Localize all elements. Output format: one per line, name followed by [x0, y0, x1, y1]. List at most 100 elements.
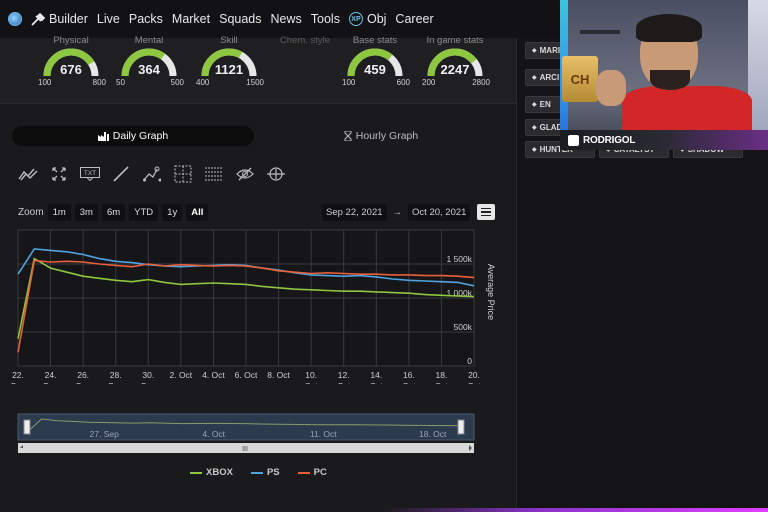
legend-item-xbox[interactable]: XBOX	[190, 467, 233, 478]
gauge-max: 2800	[472, 78, 490, 87]
top-navigation: Builder Live Packs Market Squads News To…	[0, 0, 560, 38]
gauge-value: 459	[364, 62, 386, 77]
path-icon	[143, 166, 161, 182]
nav-item-label: Squads	[219, 12, 262, 26]
path-tool[interactable]	[142, 164, 162, 184]
zoom-button-all[interactable]: All	[186, 204, 209, 221]
zoom-button-3m[interactable]: 3m	[74, 204, 98, 221]
zoom-target-icon	[267, 167, 285, 181]
navigator-window[interactable]	[17, 413, 475, 441]
nav-item-career[interactable]: Career	[395, 12, 433, 26]
chem-style-label: ARCI	[539, 73, 560, 82]
x-tick-label: 16.	[403, 370, 415, 380]
legend-item-pc[interactable]: PC	[297, 467, 327, 478]
x-tick-label-line2: Sep	[141, 381, 156, 384]
streamer-name: RODRIGOL	[583, 134, 636, 146]
x-tick-label-line2: Oct	[337, 381, 351, 384]
date-range-arrow: →	[392, 207, 403, 218]
chart-menu-button[interactable]	[477, 204, 495, 220]
tab-hourly-graph[interactable]: Hourly Graph	[272, 126, 490, 146]
text-icon: TXT	[80, 167, 100, 181]
x-tick-label-line2: Oct	[467, 381, 481, 384]
navigator-handle-left[interactable]	[23, 419, 31, 435]
navigator-label: 27. Sep	[90, 429, 120, 439]
legend-label: PC	[313, 467, 327, 478]
nav-item-tools[interactable]: Tools	[311, 12, 340, 26]
nav-item-label: Builder	[49, 12, 88, 26]
x-tick-label-line2: Oct	[305, 381, 319, 384]
grid-tool[interactable]	[204, 164, 224, 184]
zoom-tool[interactable]	[266, 164, 286, 184]
site-logo-icon[interactable]	[8, 12, 22, 26]
nav-item-squads[interactable]: Squads	[219, 12, 261, 26]
legend-item-ps[interactable]: PS	[250, 467, 280, 478]
y-tick-label: 500k	[454, 322, 473, 332]
legend-label: XBOX	[206, 467, 233, 478]
nav-item-market[interactable]: Market	[172, 12, 210, 26]
x-tick-label-line2: Oct	[435, 381, 449, 384]
gauge-min: 50	[116, 78, 125, 87]
trend-tool[interactable]	[18, 164, 38, 184]
crosshair-icon	[174, 165, 192, 183]
x-tick-label: 30.	[142, 370, 154, 380]
gauge-value: 2247	[440, 62, 470, 77]
gauge-max: 600	[396, 78, 410, 87]
tab-daily-graph[interactable]: Daily Graph	[12, 126, 254, 146]
fullscreen-tool[interactable]	[49, 164, 69, 184]
chart-navigator[interactable]: 27. Sep 4. Oct 11. Oct 18. Oct III	[0, 410, 516, 458]
chem-style-label: MARI	[539, 46, 561, 55]
zoom-button-1m[interactable]: 1m	[47, 204, 71, 221]
line-tool[interactable]	[111, 164, 131, 184]
line-icon	[113, 166, 129, 182]
navigator-handle-right[interactable]	[457, 419, 465, 435]
sword-icon: ◆	[532, 125, 537, 131]
x-tick-label: 18.	[436, 370, 448, 380]
navigator-label: 4. Oct	[202, 429, 225, 439]
zoom-button-6m[interactable]: 6m	[101, 204, 126, 221]
nav-item-label: Market	[171, 12, 211, 26]
nav-item-builder[interactable]: Builder	[31, 12, 88, 26]
gauge-value: 1121	[214, 62, 244, 77]
hourglass-icon	[344, 131, 352, 141]
x-tick-label: 12.	[338, 370, 350, 380]
scroll-grip-icon[interactable]: III	[242, 446, 248, 453]
text-tool[interactable]: TXT	[80, 164, 100, 184]
gauge-max: 1500	[246, 78, 264, 87]
gauge-5: In game stats 2247 200 2800	[420, 35, 490, 98]
navigator-label: 18. Oct	[419, 429, 447, 439]
grid-icon	[205, 167, 223, 181]
navigator-label: 11. Oct	[310, 429, 337, 439]
x-tick-label: 10.	[305, 370, 317, 380]
nav-item-obj[interactable]: XP Obj	[348, 12, 386, 26]
date-range-picker: Sep 22, 2021 → Oct 20, 2021	[322, 204, 471, 221]
gauge-min: 100	[38, 78, 52, 87]
x-tick-label: 20.	[468, 370, 480, 380]
zoom-button-1y[interactable]: 1y	[162, 204, 183, 221]
nav-item-news[interactable]: News	[271, 12, 302, 26]
x-tick-label: 4. Oct	[202, 370, 225, 380]
x-tick-label-line2: Sep	[10, 381, 25, 384]
nav-item-live[interactable]: Live	[97, 12, 120, 26]
crosshair-tool[interactable]	[173, 164, 193, 184]
x-tick-label-line2: Sep	[43, 381, 58, 384]
gauge-max: 800	[92, 78, 106, 87]
date-from-input[interactable]: Sep 22, 2021	[322, 204, 387, 221]
nav-item-label: Career	[395, 12, 434, 26]
nav-item-packs[interactable]: Packs	[129, 12, 163, 26]
x-tick-label-line2: Sep	[108, 381, 123, 384]
x-tick-label: 22.	[12, 370, 24, 380]
zoom-button-ytd[interactable]: YTD	[129, 204, 159, 221]
price-chart[interactable]: 0500k1 000k1 500k22.Sep24.Sep26.Sep28.Se…	[0, 224, 516, 384]
fullscreen-icon	[52, 167, 66, 181]
price-graph-panel: Daily Graph Hourly Graph TXT Zoom 1m 3m …	[0, 104, 516, 512]
nav-item-label: Packs	[128, 12, 163, 26]
hide-tool[interactable]	[235, 164, 255, 184]
nav-item-label: Live	[96, 12, 120, 26]
x-tick-label-line2: Oct	[402, 381, 416, 384]
date-to-input[interactable]: Oct 20, 2021	[408, 204, 471, 221]
y-axis-label: Average Price	[486, 264, 496, 320]
x-tick-label-line2: Oct	[370, 381, 384, 384]
round-icon: ◆	[532, 48, 537, 54]
trend-icon	[18, 168, 38, 181]
gauge-4: Base stats 459 100 600	[340, 35, 410, 98]
